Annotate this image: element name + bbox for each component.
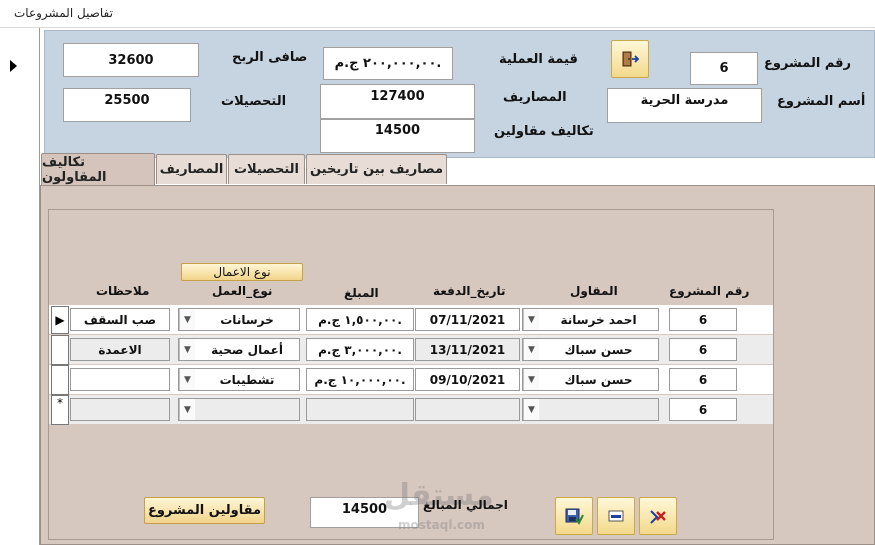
- chevron-down-icon[interactable]: ▼: [523, 339, 539, 360]
- notes-cell[interactable]: الاعمدة: [70, 338, 170, 361]
- collections-label: التحصيلات: [221, 94, 287, 109]
- notes-cell[interactable]: [70, 368, 170, 391]
- record-selector[interactable]: [0, 28, 40, 545]
- column-header-amount[interactable]: المبلغ: [344, 286, 379, 300]
- contractor-value: حسن سباك: [564, 342, 633, 357]
- operation-value-label: قيمة العملية: [499, 52, 578, 67]
- amount-cell[interactable]: ٣,٠٠٠,٠٠ ج.م.: [306, 338, 414, 361]
- new-record-selector[interactable]: *: [51, 395, 69, 425]
- expenses-label: المصاريف: [503, 90, 567, 105]
- new-record-button[interactable]: [597, 497, 635, 535]
- work-type-button[interactable]: نوع الاعمال: [181, 263, 303, 281]
- column-header-work-type[interactable]: نوع_العمل: [212, 284, 272, 298]
- title-bar: تفاصيل المشروعات: [0, 0, 875, 28]
- amount-cell[interactable]: ١,٥٠٠,٠٠ ج.م.: [306, 308, 414, 331]
- row-selector[interactable]: ▶: [51, 306, 69, 334]
- chevron-down-icon[interactable]: ▼: [523, 309, 539, 330]
- project-number-cell[interactable]: 6: [669, 398, 737, 421]
- total-amount-label: اجمالي المبالغ: [423, 498, 508, 512]
- contractor-costs-field[interactable]: 14500: [320, 119, 475, 153]
- column-header-contractor[interactable]: المقاول: [570, 284, 618, 298]
- work-type-value: خرسانات: [220, 312, 274, 327]
- project-name-label: أسم المشروع: [777, 94, 866, 109]
- chevron-down-icon[interactable]: ▼: [523, 369, 539, 390]
- exit-door-icon: [622, 51, 640, 67]
- row-selector[interactable]: [51, 365, 69, 395]
- notes-cell[interactable]: [70, 398, 170, 421]
- chevron-down-icon[interactable]: ▼: [179, 399, 195, 420]
- new-record-icon: [608, 510, 624, 522]
- contractor-costs-label: تكاليف مقاولين: [494, 124, 594, 139]
- operation-value-field[interactable]: ٢٠٠,٠٠٠,٠٠ ج.م.: [323, 47, 453, 80]
- contractor-combo[interactable]: ▼ حسن سباك: [522, 338, 659, 361]
- save-icon: [565, 508, 584, 525]
- chevron-down-icon[interactable]: ▼: [523, 399, 539, 420]
- project-number-cell[interactable]: 6: [669, 338, 737, 361]
- payment-date-cell[interactable]: 07/11/2021: [415, 308, 520, 331]
- payment-date-cell[interactable]: 09/10/2021: [415, 368, 520, 391]
- net-profit-label: صافى الربح: [232, 50, 308, 65]
- work-type-combo[interactable]: ▼ تشطيبات: [178, 368, 300, 391]
- payment-date-cell[interactable]: [415, 398, 520, 421]
- amount-cell[interactable]: [306, 398, 414, 421]
- project-contractors-button[interactable]: مقاولين المشروع: [144, 497, 265, 524]
- column-header-project-number[interactable]: رقم المشروع: [669, 284, 749, 298]
- work-type-value: تشطيبات: [219, 372, 275, 387]
- project-number-cell[interactable]: 6: [669, 308, 737, 331]
- work-type-combo[interactable]: ▼: [178, 398, 300, 421]
- save-record-button[interactable]: [555, 497, 593, 535]
- contractor-value: احمد خرسانة: [560, 312, 637, 327]
- delete-record-icon: [650, 510, 666, 524]
- work-type-combo[interactable]: ▼ خرسانات: [178, 308, 300, 331]
- column-header-payment-date[interactable]: تاريخ_الدفعة: [433, 284, 506, 298]
- window-title: تفاصيل المشروعات: [14, 6, 113, 20]
- chevron-down-icon[interactable]: ▼: [179, 339, 195, 360]
- tab-contractor-costs[interactable]: تكاليف المقاولون: [41, 153, 155, 185]
- delete-record-button[interactable]: [639, 497, 677, 535]
- project-number-label: رقم المشروع: [764, 56, 852, 71]
- amount-cell[interactable]: ١٠,٠٠٠,٠٠ ج.م.: [306, 368, 414, 391]
- contractor-combo[interactable]: ▼: [522, 398, 659, 421]
- project-name-field[interactable]: مدرسة الحرية: [607, 88, 762, 123]
- payment-date-cell[interactable]: 13/11/2021: [415, 338, 520, 361]
- contractor-value: حسن سباك: [564, 372, 633, 387]
- column-header-notes[interactable]: ملاحظات: [96, 284, 149, 298]
- project-number-cell[interactable]: 6: [669, 368, 737, 391]
- tab-collections[interactable]: التحصيلات: [228, 154, 305, 184]
- work-type-combo[interactable]: ▼ أعمال صحية: [178, 338, 300, 361]
- tab-expenses[interactable]: المصاريف: [156, 154, 227, 184]
- chevron-down-icon[interactable]: ▼: [179, 309, 195, 330]
- current-record-arrow-icon: [10, 60, 17, 72]
- notes-cell[interactable]: صب السقف: [70, 308, 170, 331]
- contractor-combo[interactable]: ▼ احمد خرسانة: [522, 308, 659, 331]
- project-number-field[interactable]: 6: [690, 52, 758, 85]
- tab-expenses-between-dates[interactable]: مصاريف بين تاريخين: [306, 154, 447, 184]
- collections-field[interactable]: 25500: [63, 88, 191, 122]
- expenses-field[interactable]: 127400: [320, 84, 475, 119]
- net-profit-field[interactable]: 32600: [63, 43, 199, 77]
- chevron-down-icon[interactable]: ▼: [179, 369, 195, 390]
- exit-button[interactable]: [611, 40, 649, 78]
- row-selector[interactable]: [51, 335, 69, 365]
- contractor-combo[interactable]: ▼ حسن سباك: [522, 368, 659, 391]
- watermark-sub: mostaql.com: [398, 518, 485, 532]
- work-type-value: أعمال صحية: [211, 342, 283, 357]
